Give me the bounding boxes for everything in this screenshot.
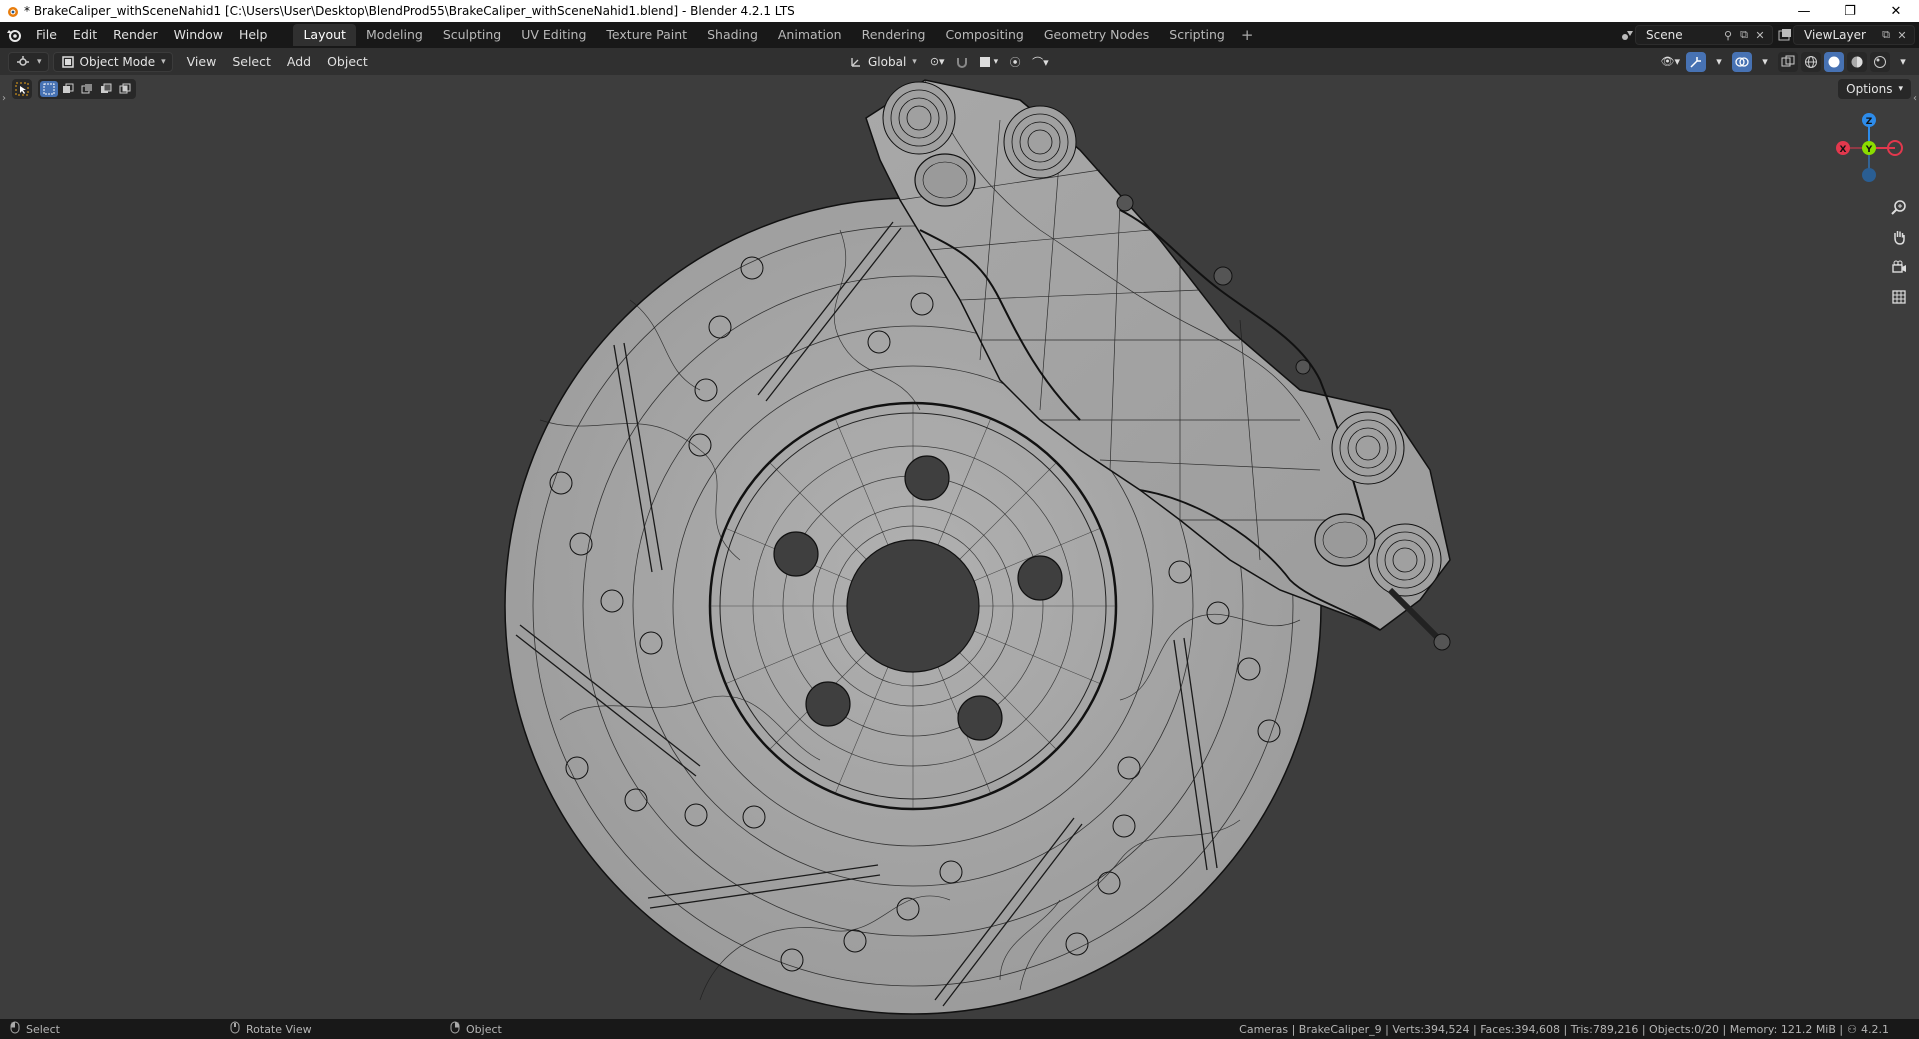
scene-stats-text: Cameras | BrakeCaliper_9 | Verts:394,524… [1239,1022,1844,1036]
gizmo-dropdown-icon[interactable]: ▾ [1709,52,1729,72]
maximize-button[interactable]: ❐ [1827,0,1873,22]
status-hint-rotate: Rotate View [230,1021,440,1037]
tab-rendering[interactable]: Rendering [852,24,936,46]
transform-tools: Global ▾ ⊙▾ ▾ ⦿ ⌒▾ [838,48,1052,75]
menu-edit[interactable]: Edit [65,24,105,46]
editor-type-dropdown[interactable]: ▾ [8,51,49,72]
orientation-dropdown[interactable]: Global ▾ [842,52,923,72]
viewport-display-tools: 👁▾ ▾ ▾ ▾ [1658,48,1914,75]
window-title: * BrakeCaliper_withSceneNahid1 [C:\Users… [24,4,795,18]
gizmo-toggle-icon[interactable] [1686,51,1706,72]
chevron-down-icon: ▾ [37,56,42,67]
pin-icon[interactable]: ⚲ [1720,27,1736,43]
xray-toggle-icon[interactable] [1778,51,1798,72]
navigation-buttons [1887,195,1911,309]
top-bar: File Edit Render Window Help Layout Mode… [0,22,1919,48]
gizmo-neg-z-axis[interactable] [1862,168,1876,182]
camera-view-icon[interactable] [1887,255,1911,279]
perspective-grid-icon[interactable] [1887,285,1911,309]
tab-uv-editing[interactable]: UV Editing [511,24,596,46]
mode-label: Object Mode [79,54,156,69]
menu-window[interactable]: Window [166,24,231,46]
3d-viewport-icon [15,54,31,70]
wireframe-shading-icon[interactable] [1801,51,1821,72]
tab-texture-paint[interactable]: Texture Paint [596,24,697,46]
proportional-editing-icon[interactable]: ⦿ [1005,52,1025,72]
brake-caliper-mesh[interactable] [0,75,1919,1019]
scene-controls: Scene ⚲ ⧉ ✕ ViewLayer ⧉ ✕ [1619,22,1919,48]
blender-app-icon [4,3,20,19]
view-layer-name[interactable]: ViewLayer [1798,28,1878,42]
new-view-layer-icon[interactable]: ⧉ [1878,27,1894,43]
snap-icon[interactable] [952,52,972,72]
visibility-icon[interactable]: 👁▾ [1658,52,1684,72]
status-hint-select: Select [10,1021,220,1037]
falloff-icon[interactable]: ⌒▾ [1029,52,1052,72]
menu-render[interactable]: Render [105,24,166,46]
chevron-down-icon: ▾ [161,56,166,67]
menu-select[interactable]: Select [224,54,279,69]
zoom-icon[interactable] [1887,195,1911,219]
workspace-tabs: Layout Modeling Sculpting UV Editing Tex… [293,22,1259,48]
gizmo-z-label: Z [1866,117,1873,127]
close-button[interactable]: ✕ [1873,0,1919,22]
mode-dropdown[interactable]: Object Mode ▾ [52,51,173,72]
tab-modeling[interactable]: Modeling [356,24,433,46]
pan-hand-icon[interactable] [1887,225,1911,249]
object-mode-icon [60,54,76,70]
shading-dropdown-icon[interactable]: ▾ [1893,52,1913,72]
orientation-icon [848,54,864,70]
mouse-middle-icon [230,1021,240,1037]
navigation-gizmo[interactable]: Z X Y [1829,105,1909,185]
status-object-label: Object [466,1022,502,1036]
menu-view[interactable]: View [179,54,225,69]
chevron-down-icon: ▾ [912,56,917,67]
tab-shading[interactable]: Shading [697,24,768,46]
tab-compositing[interactable]: Compositing [935,24,1033,46]
view-layer-icon[interactable] [1777,27,1793,43]
menu-file[interactable]: File [28,24,65,46]
new-scene-icon[interactable]: ⧉ [1736,27,1752,43]
scene-statistics: Cameras | BrakeCaliper_9 | Verts:394,524… [1239,1019,1889,1039]
tab-animation[interactable]: Animation [768,24,852,46]
view-layer-selector[interactable]: ViewLayer ⧉ ✕ [1793,25,1915,45]
scene-name[interactable]: Scene [1640,28,1720,42]
overlays-dropdown-icon[interactable]: ▾ [1755,52,1775,72]
delete-view-layer-icon[interactable]: ✕ [1894,27,1910,43]
menu-help[interactable]: Help [231,24,276,46]
mouse-right-icon [450,1021,460,1037]
overlays-toggle-icon[interactable] [1732,51,1752,72]
blender-logo-icon[interactable] [0,22,28,48]
tab-geometry-nodes[interactable]: Geometry Nodes [1034,24,1159,46]
scene-icon[interactable] [1619,27,1635,43]
rendered-shading-icon[interactable] [1870,51,1890,72]
window-titlebar: * BrakeCaliper_withSceneNahid1 [C:\Users… [0,0,1919,22]
status-hint-object: Object [450,1021,660,1037]
tab-layout[interactable]: Layout [293,24,356,46]
menu-object[interactable]: Object [319,54,376,69]
add-workspace-button[interactable]: + [1235,24,1260,46]
3d-viewport[interactable]: › ‹ Options ▾ Z X Y [0,75,1919,1019]
pivot-point-icon[interactable]: ⊙▾ [927,52,948,72]
tab-sculpting[interactable]: Sculpting [433,24,511,46]
delete-scene-icon[interactable]: ✕ [1752,27,1768,43]
tab-scripting[interactable]: Scripting [1159,24,1235,46]
solid-shading-icon[interactable] [1824,51,1844,72]
scene-selector[interactable]: Scene ⚲ ⧉ ✕ [1635,25,1773,45]
material-preview-shading-icon[interactable] [1847,51,1867,72]
status-bar: Select Rotate View Object Cameras | Brak… [0,1019,1919,1039]
menu-add[interactable]: Add [279,54,319,69]
viewport-header: ▾ Object Mode ▾ View Select Add Object G… [0,48,1919,75]
network-icon: ⚇ [1847,1022,1857,1036]
minimize-button[interactable]: — [1781,0,1827,22]
snap-target-icon[interactable]: ▾ [976,52,1002,72]
mouse-left-icon [10,1021,20,1037]
gizmo-x-label: X [1840,145,1847,155]
orientation-label: Global [868,54,907,69]
status-select-label: Select [26,1022,60,1036]
status-rotate-label: Rotate View [246,1022,312,1036]
version-text: 4.2.1 [1861,1022,1889,1036]
gizmo-y-label: Y [1865,145,1873,155]
